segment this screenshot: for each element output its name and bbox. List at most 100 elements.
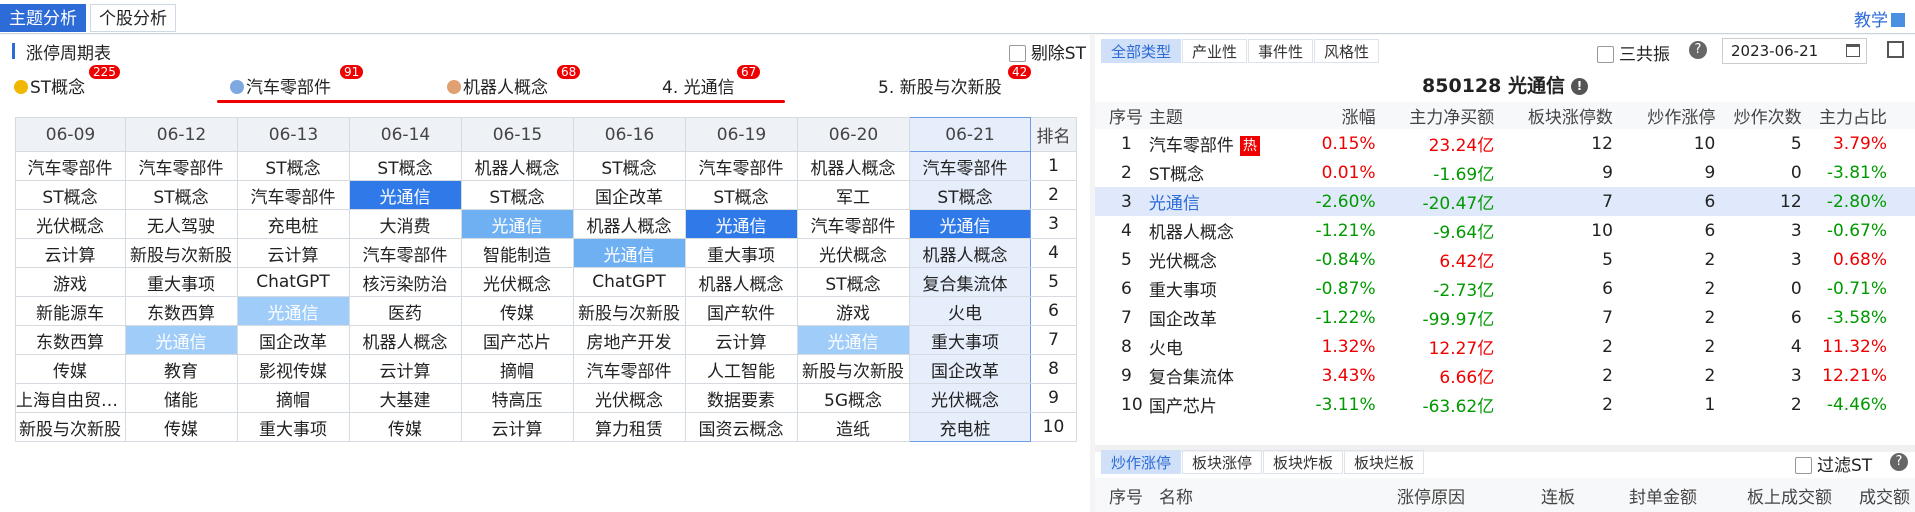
theme-cell[interactable]: 新股与次新股	[15, 412, 126, 442]
date-header[interactable]: 06-13	[237, 117, 350, 152]
col-hype-times[interactable]: 炒作次数	[1715, 102, 1802, 129]
theme-cell[interactable]: 光伏概念	[797, 238, 910, 268]
theme-cell[interactable]: 国资云概念	[685, 412, 798, 442]
table-row[interactable]: 3 光通信 -2.60% -20.47亿 7 6 12 -2.80%	[1095, 187, 1915, 216]
theme-cell[interactable]: 机器人概念	[797, 151, 910, 181]
theme-cell[interactable]: 云计算	[349, 354, 462, 384]
date-header[interactable]: 06-16	[573, 117, 686, 152]
theme-cell[interactable]: 新股与次新股	[125, 238, 238, 268]
theme-cell[interactable]: ST概念	[685, 180, 798, 210]
table-row[interactable]: 9 复合集流体 3.43% 6.66亿 2 2 3 12.21%	[1095, 361, 1915, 390]
col-hype-limit-up[interactable]: 炒作涨停	[1612, 102, 1716, 129]
theme-cell[interactable]: 智能制造	[461, 238, 574, 268]
table-row[interactable]: 7 国企改革 -1.22% -99.97亿 7 2 6 -3.58%	[1095, 303, 1915, 332]
theme-cell[interactable]: 算力租赁	[573, 412, 686, 442]
theme-cell[interactable]: 汽车零部件	[685, 151, 798, 181]
theme-cell[interactable]: 传媒	[461, 296, 574, 326]
theme-cell[interactable]: 光通信	[125, 325, 238, 355]
theme-cell[interactable]: 传媒	[125, 412, 238, 442]
filter-st-checkbox[interactable]: 过滤ST	[1795, 451, 1872, 476]
theme-cell[interactable]: 汽车零部件	[573, 354, 686, 384]
theme-cell[interactable]: 云计算	[15, 238, 126, 268]
theme-cell[interactable]: 储能	[125, 383, 238, 413]
tab-sector-limit-up[interactable]: 板块涨停	[1182, 450, 1263, 474]
theme-cell[interactable]: 上海自由贸易区	[15, 383, 126, 413]
theme-cell[interactable]: ChatGPT	[237, 267, 350, 297]
theme-cell[interactable]: 国产软件	[685, 296, 798, 326]
theme-cell[interactable]: 无人驾驶	[125, 209, 238, 239]
theme-cell[interactable]: 核污染防治	[349, 267, 462, 297]
theme-cell[interactable]: ST概念	[349, 151, 462, 181]
col-main-ratio[interactable]: 主力占比	[1801, 102, 1915, 129]
theme-cell[interactable]: 机器人概念	[573, 209, 686, 239]
theme-cell[interactable]: 汽车零部件	[797, 209, 910, 239]
st-filter-checkbox[interactable]: 剔除ST	[1008, 39, 1086, 64]
tab-sector-failed[interactable]: 板块烂板	[1344, 450, 1425, 474]
theme-cell[interactable]: 东数西算	[15, 325, 126, 355]
col-consecutive[interactable]: 连板	[1541, 483, 1575, 508]
date-header[interactable]: 06-09	[15, 117, 126, 152]
theme-cell[interactable]: 光通信	[797, 325, 910, 355]
theme-cell[interactable]: 汽车零部件	[15, 151, 126, 181]
theme-cell[interactable]: 房地产开发	[573, 325, 686, 355]
theme-cell[interactable]: 光通信	[685, 209, 798, 239]
theme-cell[interactable]: 教育	[125, 354, 238, 384]
table-row[interactable]: 8 火电 1.32% 12.27亿 2 2 4 11.32%	[1095, 332, 1915, 361]
theme-cell[interactable]: 国企改革	[573, 180, 686, 210]
table-row[interactable]: 4 机器人概念 -1.21% -9.64亿 10 6 3 -0.67%	[1095, 216, 1915, 245]
help-icon[interactable]: ?	[1689, 41, 1707, 59]
theme-cell[interactable]: 机器人概念	[461, 151, 574, 181]
theme-cell[interactable]: 光通信	[909, 209, 1031, 239]
theme-cell[interactable]: 传媒	[349, 412, 462, 442]
theme-cell[interactable]: 汽车零部件	[125, 151, 238, 181]
help-icon[interactable]: ?	[1890, 453, 1908, 471]
table-row[interactable]: 5 光伏概念 -0.84% 6.42亿 5 2 3 0.68%	[1095, 245, 1915, 274]
theme-rank-2[interactable]: 汽车零部件 91	[230, 65, 364, 98]
theme-cell[interactable]: 光伏概念	[461, 267, 574, 297]
tab-stock-analysis[interactable]: 个股分析	[90, 4, 176, 32]
theme-cell[interactable]: 人工智能	[685, 354, 798, 384]
date-header[interactable]: 06-15	[461, 117, 574, 152]
theme-cell[interactable]: 汽车零部件	[349, 238, 462, 268]
theme-rank-5[interactable]: 5. 新股与次新股 42	[878, 65, 1032, 98]
theme-cell[interactable]: 摘帽	[461, 354, 574, 384]
tab-event[interactable]: 事件性	[1248, 39, 1314, 63]
tab-industry[interactable]: 产业性	[1182, 39, 1248, 63]
date-header[interactable]: 06-12	[125, 117, 238, 152]
theme-cell[interactable]: 云计算	[461, 412, 574, 442]
theme-cell[interactable]: 摘帽	[237, 383, 350, 413]
theme-cell[interactable]: 光伏概念	[15, 209, 126, 239]
theme-cell[interactable]: ChatGPT	[573, 267, 686, 297]
theme-cell[interactable]: 医药	[349, 296, 462, 326]
tab-hype-limit-up[interactable]: 炒作涨停	[1101, 450, 1182, 474]
theme-cell[interactable]: 游戏	[797, 296, 910, 326]
theme-cell[interactable]: 影视传媒	[237, 354, 350, 384]
col-change[interactable]: 涨幅	[1310, 102, 1376, 129]
info-icon[interactable]: !	[1570, 78, 1588, 95]
theme-cell[interactable]: 大消费	[349, 209, 462, 239]
tab-sector-broken[interactable]: 板块炸板	[1263, 450, 1344, 474]
theme-cell[interactable]: 光通信	[237, 296, 350, 326]
theme-cell[interactable]: 数据要素	[685, 383, 798, 413]
theme-cell[interactable]: 光伏概念	[909, 383, 1031, 413]
tab-all-types[interactable]: 全部类型	[1101, 39, 1182, 63]
theme-cell[interactable]: ST概念	[909, 180, 1031, 210]
theme-cell[interactable]: 重大事项	[909, 325, 1031, 355]
theme-cell[interactable]: ST概念	[573, 151, 686, 181]
theme-cell[interactable]: 充电桩	[237, 209, 350, 239]
theme-cell[interactable]: 光通信	[461, 209, 574, 239]
theme-cell[interactable]: 光通信	[573, 238, 686, 268]
theme-cell[interactable]: 造纸	[797, 412, 910, 442]
theme-rank-3[interactable]: 机器人概念 68	[447, 65, 581, 98]
theme-cell[interactable]: 国企改革	[909, 354, 1031, 384]
theme-cell[interactable]: 光通信	[349, 180, 462, 210]
theme-cell[interactable]: ST概念	[461, 180, 574, 210]
theme-cell[interactable]: ST概念	[237, 151, 350, 181]
tab-style[interactable]: 风格性	[1314, 39, 1380, 63]
resonance-checkbox[interactable]: 三共振	[1597, 40, 1670, 65]
theme-cell[interactable]: 新能源车	[15, 296, 126, 326]
theme-cell[interactable]: 军工	[797, 180, 910, 210]
table-row[interactable]: 6 重大事项 -0.87% -2.73亿 6 2 0 -0.71%	[1095, 274, 1915, 303]
theme-cell[interactable]: 大基建	[349, 383, 462, 413]
tab-theme-analysis[interactable]: 主题分析	[0, 4, 86, 32]
